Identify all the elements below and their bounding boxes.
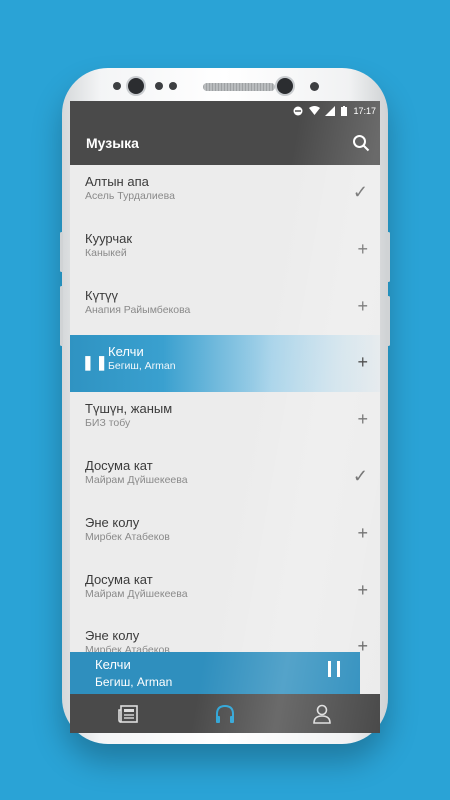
news-icon (118, 704, 139, 723)
song-title: Досума кат (85, 457, 153, 473)
app-bar: Музыка (70, 121, 380, 165)
search-icon[interactable] (352, 134, 370, 152)
check-icon[interactable]: ✓ (353, 183, 368, 201)
headphones-icon (215, 704, 235, 724)
status-time: 17:17 (353, 106, 376, 116)
add-icon[interactable]: + (357, 524, 368, 542)
song-artist: Майрам Дүйшекеева (85, 473, 188, 486)
list-item[interactable]: Досума кат Майрам Дүйшекеева + (70, 563, 380, 620)
add-icon[interactable]: + (357, 581, 368, 599)
check-icon[interactable]: ✓ (353, 467, 368, 485)
bottom-tab-bar (70, 694, 380, 733)
pause-icon[interactable]: ❚❚ (82, 354, 109, 371)
song-title: Күтүү (85, 287, 119, 303)
battery-icon (341, 106, 348, 116)
tab-profile[interactable] (302, 699, 342, 729)
song-artist: Бегиш, Arman (108, 360, 176, 373)
list-item[interactable]: Досума кат Майрам Дүйшекеева ✓ (70, 449, 380, 506)
iris-scanner (277, 78, 293, 94)
speaker-grille (203, 83, 275, 91)
list-item[interactable]: Алтын апа Асель Турдалиева ✓ (70, 165, 380, 222)
phone-volume-button (60, 286, 63, 346)
pause-icon[interactable] (328, 661, 340, 677)
page-title: Музыка (86, 135, 139, 151)
front-camera (128, 78, 144, 94)
song-title: Досума кат (85, 571, 153, 587)
list-item-playing[interactable]: ❚❚ Келчи Бегиш, Arman + (70, 335, 380, 393)
now-playing-bar[interactable]: Келчи Бегиш, Arman (70, 652, 360, 694)
sensor-dot (169, 82, 177, 90)
phone-side-button (387, 296, 390, 346)
song-title: Алтын апа (85, 174, 149, 189)
phone-power-button (387, 232, 390, 282)
add-icon[interactable]: + (357, 240, 368, 258)
sensor-dot (113, 82, 121, 90)
list-item[interactable]: Куурчак Каныкей + (70, 222, 380, 279)
do-not-disturb-icon (293, 106, 303, 116)
profile-icon (312, 704, 332, 724)
song-artist: Майрам Дүйшекеева (85, 587, 188, 600)
list-item[interactable]: Эне колу Мирбек Атабеков + (70, 506, 380, 563)
add-icon[interactable]: + (357, 353, 368, 371)
song-artist: Мирбек Атабеков (85, 530, 170, 543)
signal-icon (325, 106, 336, 116)
app-screen: 17:17 Музыка Алтын апа Асель Турдалиева … (70, 101, 380, 733)
song-artist: Анапия Райымбекова (85, 303, 191, 316)
now-playing-title: Келчи (95, 657, 131, 672)
sensor-dot (155, 82, 163, 90)
phone-volume-button (60, 232, 63, 272)
wifi-icon (309, 106, 321, 116)
song-artist: Асель Турдалиева (85, 190, 175, 202)
song-list: Алтын апа Асель Турдалиева ✓ Куурчак Кан… (70, 165, 380, 676)
tab-music[interactable] (205, 699, 245, 729)
song-title: Эне колу (85, 514, 140, 530)
list-item[interactable]: Түшүн, жаным БИЗ тобу + (70, 392, 380, 449)
song-title: Эне колу (85, 628, 140, 644)
status-bar: 17:17 (70, 101, 380, 121)
now-playing-artist: Бегиш, Arman (95, 675, 173, 689)
add-icon[interactable]: + (357, 297, 368, 315)
list-item[interactable]: Күтүү Анапия Райымбекова + (70, 279, 380, 336)
tab-news[interactable] (108, 699, 148, 729)
song-artist: БИЗ тобу (85, 417, 131, 430)
song-title: Куурчак (85, 230, 133, 246)
song-title: Келчи (108, 344, 144, 360)
song-artist: Каныкей (85, 246, 127, 259)
add-icon[interactable]: + (357, 410, 368, 428)
sensor-dot (310, 82, 319, 91)
song-title: Түшүн, жаным (85, 401, 173, 417)
